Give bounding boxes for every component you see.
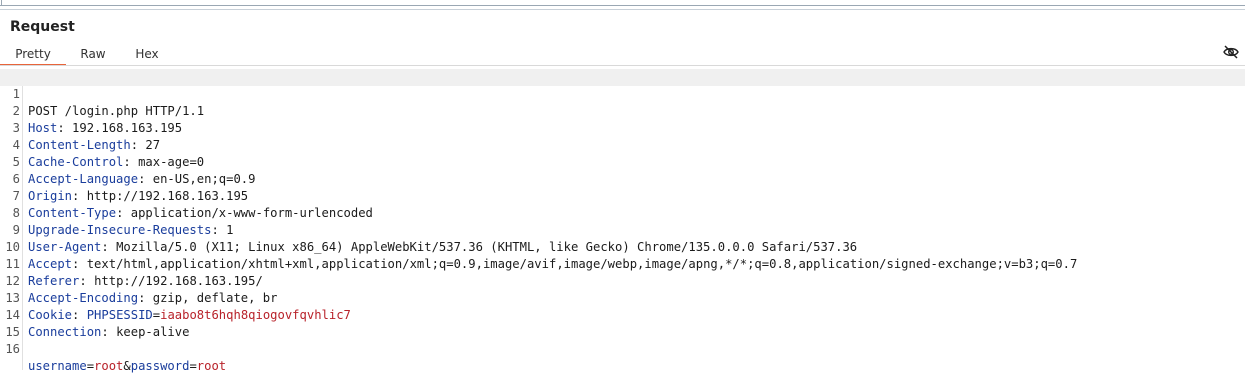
line-number: 16 xyxy=(5,342,20,356)
header-row: 11 Referer: http://192.168.163.195/ xyxy=(0,239,1245,288)
header-row: 8 Upgrade-Insecure-Requests: 1 xyxy=(0,188,1245,237)
divider-edge xyxy=(1,0,2,6)
eye-slash-icon[interactable] xyxy=(1222,44,1240,60)
panel-title: Request xyxy=(10,19,75,35)
cookie-row: 13 Cookie: PHPSESSID=iaabo8t6hqh8qiogovf… xyxy=(0,273,1245,322)
view-tabs: Pretty Raw Hex xyxy=(0,44,1245,66)
body-row: 16 username=root&password=root xyxy=(0,324,1245,373)
header-row: 2 Host: 192.168.163.195 xyxy=(0,86,1245,135)
request-editor[interactable]: 1 POST /login.php HTTP/1.1 2 Host: 192.1… xyxy=(0,69,1245,373)
param-value: root xyxy=(94,359,124,373)
header-row: 7 Content-Type: application/x-www-form-u… xyxy=(0,171,1245,220)
top-divider xyxy=(0,0,1245,12)
header-row: 10 Accept: text/html,application/xhtml+x… xyxy=(0,222,1245,271)
header-row: 12 Accept-Encoding: gzip, deflate, br xyxy=(0,256,1245,305)
header-row: 3 Content-Length: 27 xyxy=(0,103,1245,152)
header-row: 6 Origin: http://192.168.163.195 xyxy=(0,154,1245,203)
param-name: password xyxy=(130,359,190,373)
tab-raw[interactable]: Raw xyxy=(70,44,116,64)
divider-line xyxy=(0,5,1245,6)
header-row: 14 Connection: keep-alive xyxy=(0,290,1245,339)
request-line-row: 1 POST /login.php HTTP/1.1 xyxy=(0,69,1245,118)
tab-pretty[interactable]: Pretty xyxy=(0,44,66,66)
param-name: username xyxy=(28,359,87,373)
header-row: 9 User-Agent: Mozilla/5.0 (X11; Linux x8… xyxy=(0,205,1245,254)
param-value: root xyxy=(196,359,227,373)
header-row: 5 Accept-Language: en-US,en;q=0.9 xyxy=(0,137,1245,186)
divider-line xyxy=(0,9,1245,10)
blank-row: 15 xyxy=(0,307,1245,339)
header-row: 4 Cache-Control: max-age=0 xyxy=(0,120,1245,169)
tabs-divider xyxy=(0,65,1245,66)
tab-hex[interactable]: Hex xyxy=(124,44,170,64)
